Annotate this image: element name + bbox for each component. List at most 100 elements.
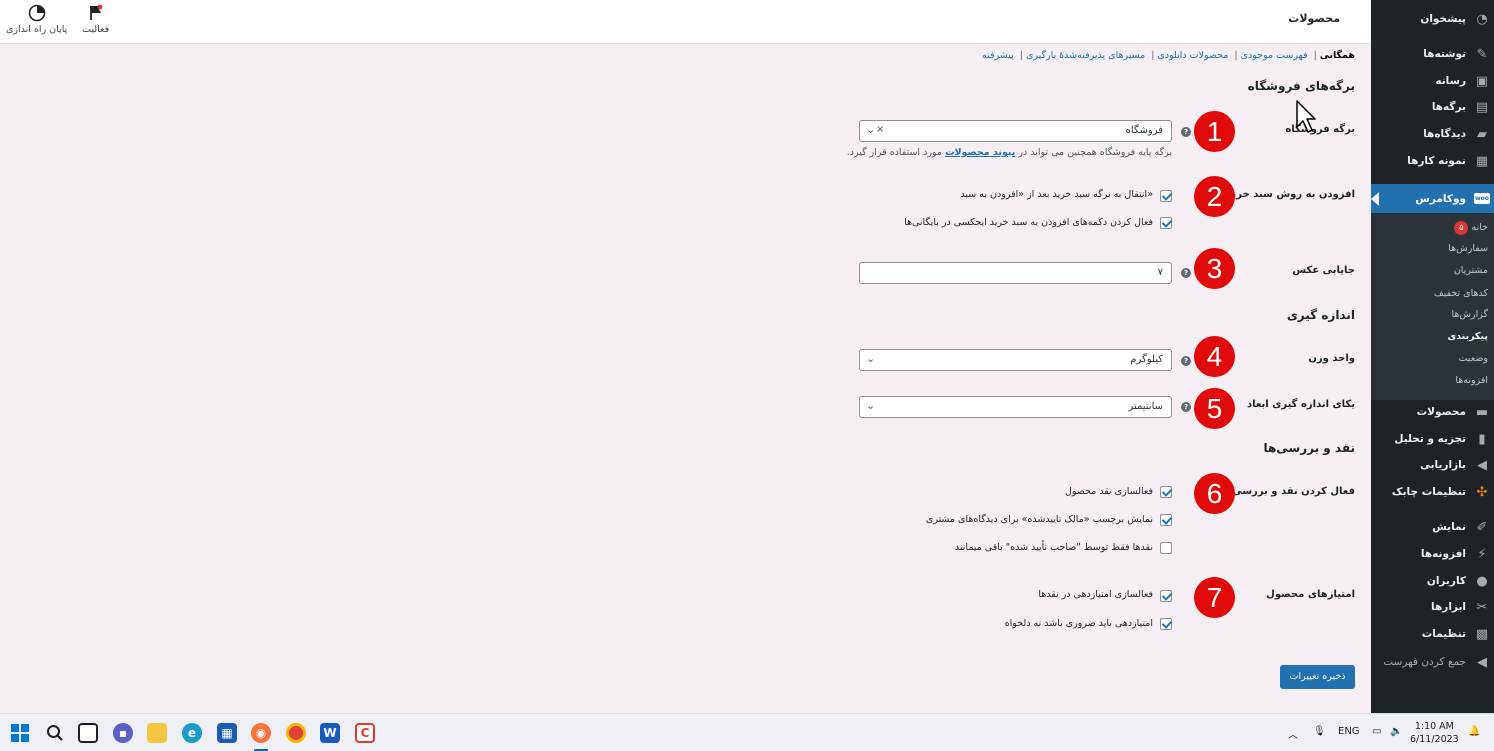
- woocommerce-submenu: ۵ خانه سفارش‌ها مشتریان کدهای تخفیف گزار…: [1371, 213, 1494, 400]
- chevron-down-icon: ⌄: [866, 352, 876, 365]
- windows-start-icon[interactable]: [10, 723, 30, 743]
- enable-reviews-checkbox[interactable]: [1160, 486, 1172, 498]
- callout-badge: 7: [1194, 577, 1235, 618]
- sidebar-item-comments[interactable]: ▰ دیدگاه‌ها: [1371, 121, 1494, 147]
- submenu-customers[interactable]: مشتریان: [1454, 265, 1488, 276]
- active-pointer-icon: [1371, 192, 1379, 206]
- sidebar-item-plugins[interactable]: ⚡ افزونه‌ها: [1371, 541, 1494, 567]
- notification-bell-icon[interactable]: 🔔: [1468, 726, 1480, 737]
- sidebar-item-dashboard[interactable]: ◔ پیشخوان: [1371, 6, 1494, 32]
- product-permalink-link[interactable]: پیوند محصولات: [945, 147, 1015, 158]
- ajax-add-to-cart-label: فعال کردن دکمه‌های افزودن به سبد خرید ای…: [904, 217, 1153, 228]
- sidebar-item-users[interactable]: ● کاربران: [1371, 568, 1494, 594]
- help-icon[interactable]: ?: [1181, 127, 1191, 137]
- weight-unit-value: کیلوگرم: [1130, 354, 1163, 365]
- teams-chat-icon[interactable]: ▪: [113, 723, 133, 743]
- sidebar-item-chabok-settings[interactable]: ✣ تنظیمات چابک: [1371, 479, 1494, 505]
- sidebar-item-portfolio[interactable]: ▦ نمونه کارها: [1371, 148, 1494, 174]
- edge-icon[interactable]: e: [182, 723, 202, 743]
- subnav-inventory[interactable]: فهرست موجودی: [1241, 50, 1308, 61]
- chevron-up-icon[interactable]: ︿: [1288, 726, 1298, 741]
- chabok-icon: ✣: [1476, 484, 1488, 500]
- network-icon[interactable]: ▭: [1372, 726, 1381, 737]
- clock-time: 1:10 AM: [1414, 721, 1454, 732]
- system-clock[interactable]: 1:10 AM 6/11/2023: [1410, 720, 1459, 746]
- section-measurements: اندازه گیری: [1286, 308, 1355, 322]
- volume-icon[interactable]: 🔈: [1390, 726, 1402, 737]
- settings-icon: ▩: [1475, 626, 1489, 642]
- file-explorer-icon[interactable]: [147, 723, 167, 743]
- language-indicator[interactable]: ENG: [1338, 726, 1360, 737]
- ratings-required-option: امتیازدهی باید ضروری باشد نه دلخواه: [1004, 618, 1153, 629]
- placeholder-image-input[interactable]: ۷: [859, 262, 1172, 284]
- add-to-cart-label: افزودن به روش سبد خرید: [1226, 189, 1355, 200]
- verified-owner-label-checkbox[interactable]: [1160, 514, 1172, 526]
- submenu-home[interactable]: ۵ خانه: [1450, 221, 1488, 235]
- brush-icon: ✐: [1476, 519, 1488, 535]
- subnav-advanced[interactable]: پیشرفته: [982, 50, 1014, 61]
- sidebar-item-settings[interactable]: ▩ تنظیمات: [1371, 621, 1494, 647]
- media-icon: ▣: [1475, 73, 1489, 89]
- sidebar-item-products[interactable]: ▬ محصولات: [1371, 399, 1494, 425]
- microphone-icon[interactable]: 🎙: [1313, 726, 1326, 737]
- camtasia-icon[interactable]: C: [355, 723, 375, 743]
- help-icon[interactable]: ?: [1181, 268, 1191, 278]
- help-icon[interactable]: ?: [1181, 356, 1191, 366]
- subnav-downloadable[interactable]: محصولات دانلودی: [1157, 50, 1228, 61]
- weight-unit-select[interactable]: کیلوگرم ⌄: [859, 349, 1172, 371]
- submenu-status[interactable]: وضعیت: [1459, 353, 1488, 364]
- ratings-required-checkbox[interactable]: [1160, 618, 1172, 630]
- ajax-add-to-cart-checkbox[interactable]: [1160, 217, 1172, 229]
- weight-unit-label: واحد وزن: [1308, 353, 1355, 364]
- finish-setup-button[interactable]: پایان راه اندازی: [6, 4, 67, 35]
- sidebar-item-posts[interactable]: ✎ نوشته‌ها: [1371, 41, 1494, 67]
- sidebar-item-pages[interactable]: ▤ برگه‌ها: [1371, 94, 1494, 120]
- search-icon[interactable]: [45, 723, 65, 743]
- chrome-icon[interactable]: [286, 723, 306, 743]
- progress-circle-icon: [28, 4, 46, 24]
- subnav-approved-paths[interactable]: مسیرهای پذیرفته‌شدهٔ بارگیری: [1026, 50, 1145, 61]
- verified-only-reviews-checkbox[interactable]: [1160, 542, 1172, 554]
- word-icon[interactable]: W: [320, 723, 340, 743]
- shop-page-select[interactable]: فروشگاه × ⌄: [859, 120, 1172, 142]
- sidebar-collapse-menu[interactable]: ◀ جمع کردن فهرست: [1371, 649, 1494, 675]
- submenu-extensions[interactable]: افزونه‌ها: [1455, 375, 1488, 386]
- megaphone-icon: ◀: [1477, 457, 1487, 473]
- submenu-settings[interactable]: پیکربندی: [1447, 331, 1488, 342]
- chevron-down-icon: ⌄: [866, 399, 876, 412]
- subnav-all[interactable]: همگانی: [1320, 50, 1355, 61]
- activity-button[interactable]: فعالیت: [82, 4, 109, 35]
- firefox-icon[interactable]: ◉: [251, 723, 271, 743]
- flag-icon: [88, 4, 104, 24]
- dashboard-icon: ◔: [1476, 11, 1488, 27]
- save-changes-button[interactable]: ذخیره تغییرات: [1280, 665, 1355, 689]
- sidebar-item-woocommerce[interactable]: woo ووکامرس: [1371, 184, 1494, 213]
- notification-badge: ۵: [1454, 221, 1469, 235]
- enable-ratings-checkbox[interactable]: [1160, 590, 1172, 602]
- callout-badge: 6: [1194, 473, 1235, 514]
- sidebar-item-tools[interactable]: ✂ ابزارها: [1371, 594, 1494, 620]
- dimension-unit-select[interactable]: سانتیمتر ⌄: [859, 396, 1172, 418]
- store-icon[interactable]: ▦: [217, 723, 237, 743]
- enable-ratings-option: فعالسازی امتیازدهی در نقدها: [1038, 589, 1153, 600]
- top-header: محصولات پایان راه اندازی فعالیت: [0, 0, 1371, 44]
- task-view-icon[interactable]: [78, 723, 98, 743]
- shop-page-value: فروشگاه: [1125, 125, 1163, 136]
- sidebar-item-appearance[interactable]: ✐ نمایش: [1371, 514, 1494, 540]
- section-reviews: نقد و بررسی‌ها: [1263, 441, 1355, 455]
- submenu-reports[interactable]: گزارش‌ها: [1452, 309, 1489, 320]
- help-icon[interactable]: ?: [1181, 402, 1191, 412]
- page-icon: ▤: [1475, 99, 1489, 115]
- redirect-to-cart-checkbox[interactable]: [1160, 190, 1172, 202]
- portfolio-icon: ▦: [1475, 153, 1489, 169]
- archive-icon: ▬: [1475, 404, 1489, 420]
- submenu-orders[interactable]: سفارش‌ها: [1448, 243, 1488, 254]
- sidebar-item-marketing[interactable]: ◀ بازاریابی: [1371, 452, 1494, 478]
- plugin-icon: ⚡: [1477, 546, 1487, 562]
- pin-icon: ✎: [1476, 46, 1488, 62]
- sidebar-item-analytics[interactable]: ▮ تجزیه و تحلیل: [1371, 426, 1494, 452]
- sidebar-item-media[interactable]: ▣ رسانه: [1371, 68, 1494, 94]
- chevron-down-icon: ⌄: [866, 123, 876, 136]
- clear-icon[interactable]: ×: [876, 124, 884, 135]
- submenu-coupons[interactable]: کدهای تخفیف: [1434, 288, 1488, 299]
